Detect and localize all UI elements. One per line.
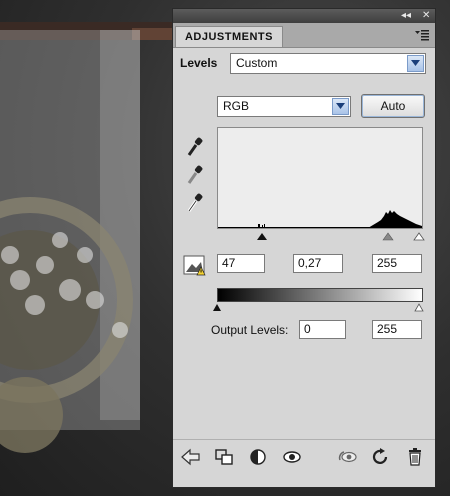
output-levels-label: Output Levels: xyxy=(211,323,289,337)
panel-titlebar[interactable]: ◂◂ ✕ xyxy=(173,9,435,23)
chevron-down-icon xyxy=(407,55,424,72)
toggle-preview-icon[interactable] xyxy=(338,448,358,466)
gray-point-eyedropper-icon[interactable] xyxy=(186,165,204,187)
panel-bottom-bar xyxy=(173,439,435,488)
black-output-slider-handle xyxy=(213,304,221,311)
view-previous-icon[interactable] xyxy=(248,448,268,466)
close-icon[interactable]: ✕ xyxy=(422,10,430,22)
lace-curtain-artwork xyxy=(0,22,172,453)
reset-icon[interactable] xyxy=(371,448,391,466)
white-point-eyedropper-icon[interactable] xyxy=(186,193,204,215)
input-black-field[interactable]: 47 xyxy=(217,254,265,273)
output-levels-slider[interactable] xyxy=(213,302,427,312)
channel-value: RGB xyxy=(223,99,250,113)
input-levels-slider[interactable] xyxy=(213,230,427,242)
visibility-eye-icon[interactable] xyxy=(282,448,302,466)
panel-tab-row: ADJUSTMENTS xyxy=(173,23,435,48)
panel-menu-icon[interactable] xyxy=(415,29,429,41)
preset-dropdown[interactable]: Custom xyxy=(230,53,426,74)
output-black-field[interactable]: 0 xyxy=(299,320,346,339)
black-input-slider-handle xyxy=(257,233,267,240)
output-levels-gradient xyxy=(217,288,423,302)
histogram xyxy=(217,127,423,229)
white-output-slider-handle xyxy=(414,303,424,312)
back-arrow-icon[interactable] xyxy=(181,448,201,466)
channel-dropdown[interactable]: RGB xyxy=(217,96,351,117)
auto-button[interactable]: Auto xyxy=(361,94,425,118)
adjustments-panel: ◂◂ ✕ ADJUSTMENTS Levels Custom RGB Auto xyxy=(172,8,436,488)
histogram-graph xyxy=(218,210,422,228)
input-gamma-field[interactable]: 0,27 xyxy=(293,254,343,273)
levels-label: Levels xyxy=(180,56,218,70)
input-white-field[interactable]: 255 xyxy=(372,254,422,273)
delete-icon[interactable] xyxy=(405,448,425,466)
tab-adjustments[interactable]: ADJUSTMENTS xyxy=(175,26,283,47)
histogram-warning-icon[interactable] xyxy=(183,255,207,277)
white-input-slider-handle xyxy=(413,232,425,241)
gray-input-slider-handle xyxy=(382,232,394,241)
chevron-down-icon xyxy=(332,98,349,115)
preset-value: Custom xyxy=(236,56,278,70)
output-white-field[interactable]: 255 xyxy=(372,320,422,339)
clip-to-layer-icon[interactable] xyxy=(214,448,234,466)
collapse-icon[interactable]: ◂◂ xyxy=(401,10,411,22)
black-point-eyedropper-icon[interactable] xyxy=(186,137,204,159)
